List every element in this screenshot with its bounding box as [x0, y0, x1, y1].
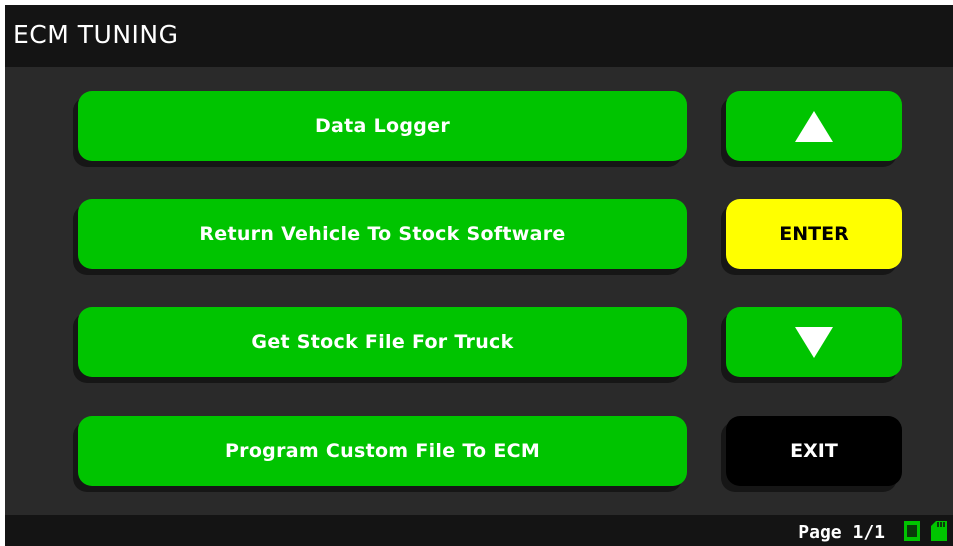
arrow-up-icon	[795, 110, 833, 142]
memory-card-icon	[904, 521, 920, 541]
enter-button[interactable]: ENTER	[726, 199, 902, 269]
get-stock-file-button[interactable]: Get Stock File For Truck	[78, 307, 687, 377]
scroll-down-button[interactable]	[726, 307, 902, 377]
sd-card-icon	[931, 521, 947, 541]
exit-button[interactable]: EXIT	[726, 416, 902, 486]
title-bar: ECM TUNING	[5, 5, 953, 67]
data-logger-button[interactable]: Data Logger	[78, 91, 687, 161]
page-title: ECM TUNING	[13, 20, 179, 49]
return-to-stock-button[interactable]: Return Vehicle To Stock Software	[78, 199, 687, 269]
status-bar: Page 1/1	[5, 515, 953, 546]
ecm-screen: ECM TUNING Data Logger Return Vehicle To…	[5, 5, 953, 546]
page-indicator: Page 1/1	[798, 522, 885, 543]
arrow-down-icon	[795, 326, 833, 358]
scroll-up-button[interactable]	[726, 91, 902, 161]
program-custom-file-button[interactable]: Program Custom File To ECM	[78, 416, 687, 486]
